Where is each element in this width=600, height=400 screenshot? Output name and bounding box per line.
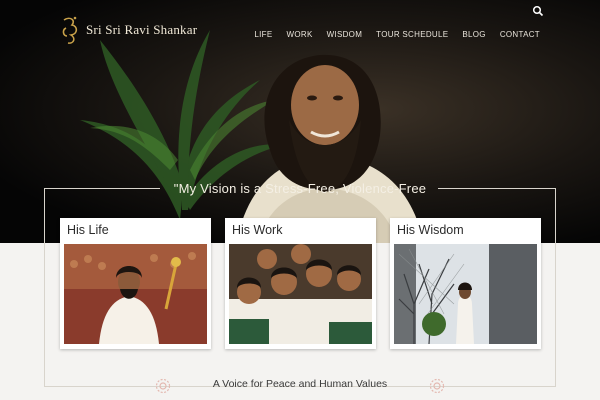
vision-quote: "My Vision is a Stress-Free, Violence-Fr…	[173, 181, 427, 196]
his-wisdom-image	[394, 244, 537, 344]
nav-item-tour-schedule[interactable]: TOUR SCHEDULE	[376, 30, 448, 39]
card-his-wisdom[interactable]: His Wisdom	[390, 218, 541, 349]
nav-item-wisdom[interactable]: WISDOM	[327, 30, 363, 39]
nav-item-life[interactable]: LIFE	[254, 30, 272, 39]
nav-item-blog[interactable]: BLOG	[462, 30, 485, 39]
his-life-image	[64, 244, 207, 344]
card-his-work[interactable]: His Work	[225, 218, 376, 349]
main-nav: LIFE WORK WISDOM TOUR SCHEDULE BLOG CONT…	[254, 30, 540, 39]
his-work-image	[229, 244, 372, 344]
card-title: His Life	[67, 223, 109, 237]
logo-text: Sri Sri Ravi Shankar	[86, 22, 198, 37]
om-logo-icon	[62, 16, 78, 44]
flower-ornament-icon	[429, 378, 445, 394]
card-his-life[interactable]: His Life	[60, 218, 211, 349]
card-title: His Wisdom	[397, 223, 464, 237]
tagline: A Voice for Peace and Human Values	[212, 378, 388, 390]
search-icon[interactable]	[532, 5, 544, 17]
card-title: His Work	[232, 223, 283, 237]
site-logo[interactable]: Sri Sri Ravi Shankar	[60, 14, 197, 46]
nav-item-contact[interactable]: CONTACT	[500, 30, 540, 39]
nav-item-work[interactable]: WORK	[287, 30, 313, 39]
flower-ornament-icon	[155, 378, 171, 394]
